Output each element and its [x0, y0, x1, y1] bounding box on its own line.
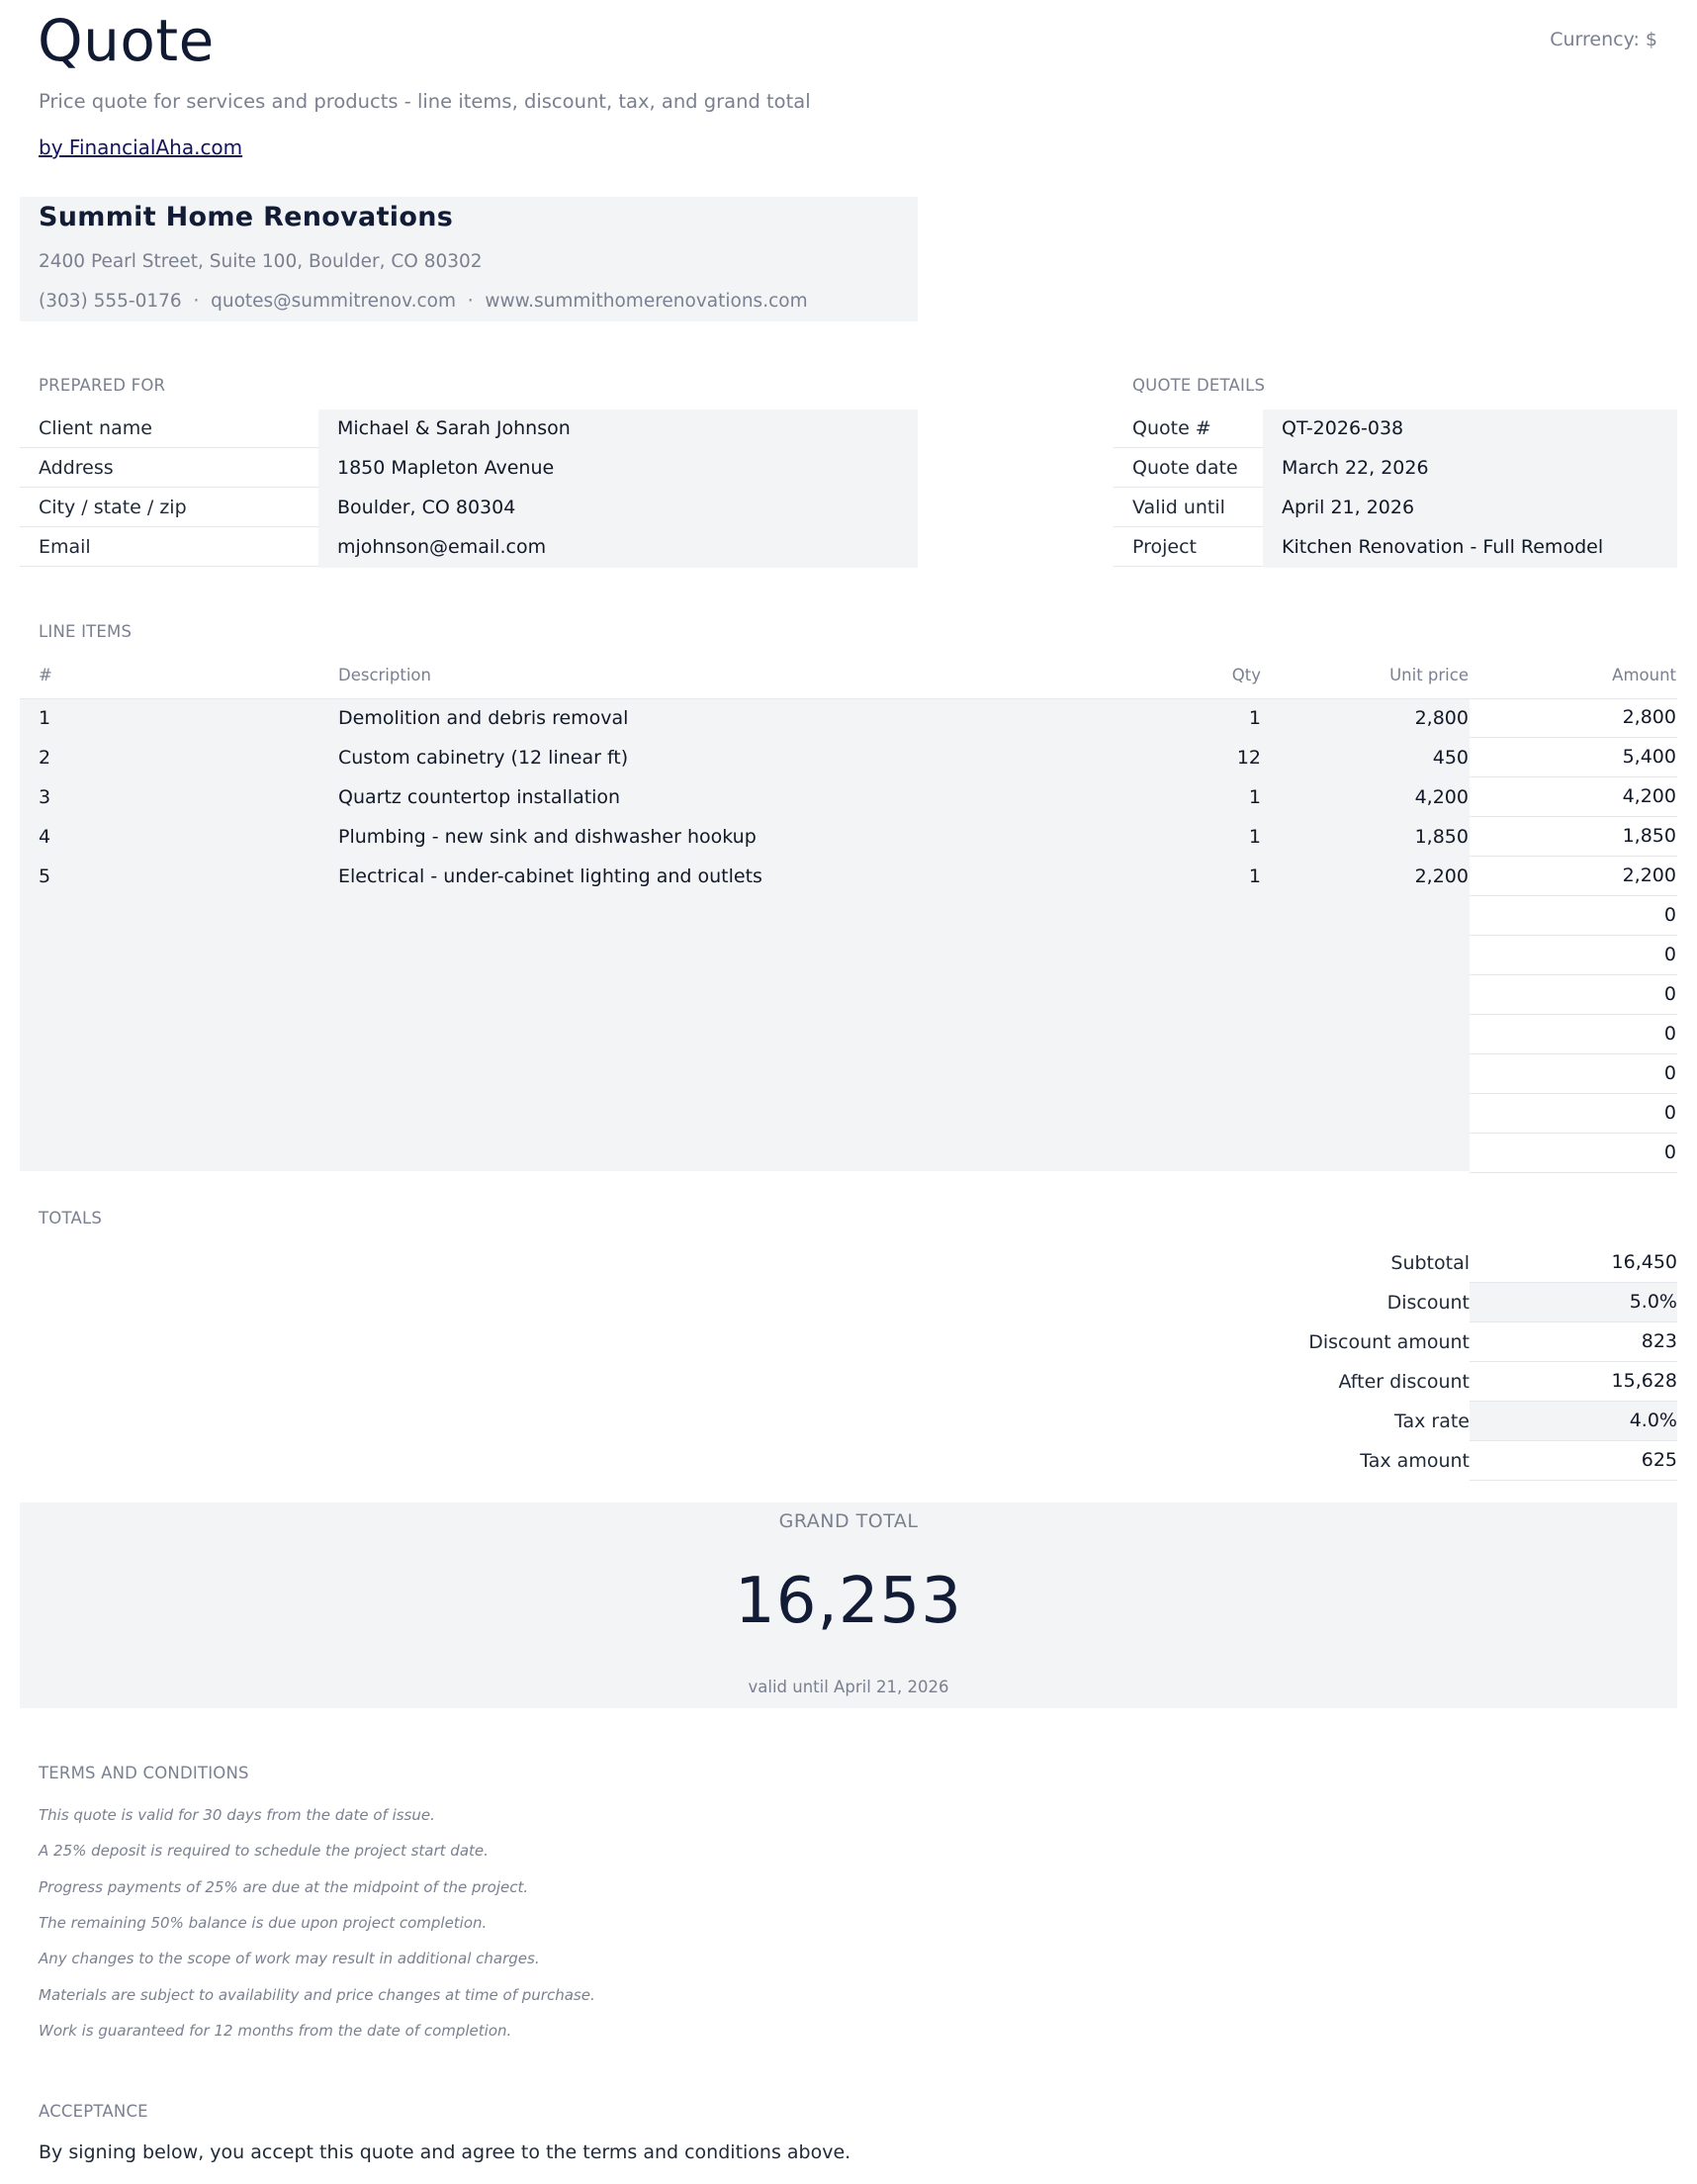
- prepared-for-label: Address: [20, 449, 318, 488]
- line-item-unit-price[interactable]: 4,200: [1415, 777, 1469, 817]
- totals-heading: TOTALS: [39, 1209, 103, 1228]
- line-item-qty[interactable]: 1: [1249, 777, 1261, 817]
- terms-line: This quote is valid for 30 days from the…: [39, 1806, 435, 1824]
- column-header-qty: Qty: [1231, 666, 1261, 684]
- quote-details-heading: QUOTE DETAILS: [1132, 376, 1266, 395]
- quote-detail-value-field[interactable]: April 21, 2026: [1263, 489, 1677, 528]
- totals-value: 625: [1470, 1441, 1677, 1481]
- quote-detail-value-field[interactable]: Kitchen Renovation - Full Remodel: [1263, 528, 1677, 568]
- totals-value: 823: [1470, 1322, 1677, 1362]
- line-item-amount: 0: [1470, 975, 1677, 1015]
- grand-total-valid-until: valid until April 21, 2026: [748, 1678, 949, 1696]
- line-item-amount: 1,850: [1470, 817, 1677, 857]
- line-item-unit-price[interactable]: 1,850: [1415, 817, 1469, 857]
- prepared-for-label: City / state / zip: [20, 489, 318, 527]
- terms-line: A 25% deposit is required to schedule th…: [39, 1842, 489, 1861]
- totals-label: Tax rate: [1394, 1410, 1470, 1432]
- line-item-qty[interactable]: 1: [1249, 857, 1261, 896]
- company-contact[interactable]: (303) 555-0176 · quotes@summitrenov.com …: [39, 291, 808, 312]
- line-item-num[interactable]: 2: [39, 738, 50, 777]
- quote-detail-label: Project: [1114, 528, 1263, 567]
- line-item-num[interactable]: 1: [39, 698, 50, 738]
- byline-link[interactable]: by FinancialAha.com: [39, 136, 242, 159]
- line-item-description[interactable]: Custom cabinetry (12 linear ft): [338, 738, 628, 777]
- prepared-for-value-field[interactable]: 1850 Mapleton Avenue: [318, 449, 918, 489]
- line-items-heading: LINE ITEMS: [39, 622, 133, 641]
- terms-line: Progress payments of 25% are due at the …: [39, 1877, 529, 1896]
- line-item-description[interactable]: Plumbing - new sink and dishwasher hooku…: [338, 817, 757, 857]
- prepared-for-label: Email: [20, 528, 318, 567]
- line-item-unit-price[interactable]: 2,200: [1415, 857, 1469, 896]
- totals-label: After discount: [1338, 1371, 1470, 1393]
- column-header-amount: Amount: [1612, 666, 1676, 684]
- quote-detail-value-field[interactable]: QT-2026-038: [1263, 410, 1677, 449]
- line-item-qty[interactable]: 12: [1237, 738, 1261, 777]
- line-item-num[interactable]: 4: [39, 817, 50, 857]
- page-title: Quote: [38, 7, 215, 74]
- column-header-description: Description: [338, 666, 431, 684]
- terms-line: The remaining 50% balance is due upon pr…: [39, 1913, 488, 1932]
- prepared-for-heading: PREPARED FOR: [39, 376, 166, 395]
- line-item-description[interactable]: Quartz countertop installation: [338, 777, 620, 817]
- totals-label: Discount: [1386, 1292, 1470, 1314]
- line-item-amount: 0: [1470, 896, 1677, 936]
- quote-detail-value-field[interactable]: March 22, 2026: [1263, 449, 1677, 489]
- grand-total-label: GRAND TOTAL: [778, 1510, 919, 1532]
- line-item-qty[interactable]: 1: [1249, 817, 1261, 857]
- prepared-for-value-field[interactable]: Michael & Sarah Johnson: [318, 410, 918, 449]
- totals-label: Tax amount: [1360, 1450, 1470, 1472]
- quote-detail-label: Quote date: [1114, 449, 1263, 488]
- line-item-description[interactable]: Demolition and debris removal: [338, 698, 628, 738]
- column-header-num: #: [39, 666, 52, 684]
- terms-line: Work is guaranteed for 12 months from th…: [39, 2021, 512, 2040]
- line-item-amount: 0: [1470, 936, 1677, 975]
- company-address[interactable]: 2400 Pearl Street, Suite 100, Boulder, C…: [39, 251, 483, 272]
- page-subtitle: Price quote for services and products - …: [39, 90, 811, 113]
- line-item-amount: 0: [1470, 1015, 1677, 1054]
- quote-detail-label: Valid until: [1114, 489, 1263, 527]
- line-item-amount: 0: [1470, 1094, 1677, 1134]
- totals-input-value[interactable]: 5.0%: [1470, 1283, 1677, 1322]
- line-item-unit-price[interactable]: 450: [1433, 738, 1469, 777]
- line-item-amount: 0: [1470, 1134, 1677, 1173]
- column-header-unit-price: Unit price: [1389, 666, 1469, 684]
- prepared-for-value-field[interactable]: mjohnson@email.com: [318, 528, 918, 568]
- terms-line: Materials are subject to availability an…: [39, 1985, 595, 2004]
- company-name[interactable]: Summit Home Renovations: [39, 202, 453, 232]
- currency-label: Currency: $: [1550, 29, 1657, 50]
- totals-label: Subtotal: [1390, 1252, 1470, 1274]
- line-item-description[interactable]: Electrical - under-cabinet lighting and …: [338, 857, 762, 896]
- quote-document: Quote Currency: $ Price quote for servic…: [0, 0, 1697, 2184]
- acceptance-text: By signing below, you accept this quote …: [39, 2141, 851, 2163]
- line-item-unit-price[interactable]: 2,800: [1415, 698, 1469, 738]
- terms-heading: TERMS AND CONDITIONS: [39, 1764, 249, 1782]
- line-item-amount: 0: [1470, 1054, 1677, 1094]
- prepared-for-value-field[interactable]: Boulder, CO 80304: [318, 489, 918, 528]
- line-item-num[interactable]: 3: [39, 777, 50, 817]
- prepared-for-label: Client name: [20, 410, 318, 448]
- totals-value: 15,628: [1470, 1362, 1677, 1402]
- quote-detail-label: Quote #: [1114, 410, 1263, 448]
- line-item-amount: 4,200: [1470, 777, 1677, 817]
- acceptance-heading: ACCEPTANCE: [39, 2102, 148, 2121]
- totals-label: Discount amount: [1308, 1331, 1470, 1353]
- grand-total-value: 16,253: [735, 1565, 962, 1638]
- totals-input-value[interactable]: 4.0%: [1470, 1402, 1677, 1441]
- line-item-amount: 5,400: [1470, 738, 1677, 777]
- line-item-qty[interactable]: 1: [1249, 698, 1261, 738]
- line-item-amount: 2,200: [1470, 857, 1677, 896]
- line-item-amount: 2,800: [1470, 698, 1677, 738]
- line-item-num[interactable]: 5: [39, 857, 50, 896]
- terms-line: Any changes to the scope of work may res…: [39, 1950, 540, 1968]
- totals-value: 16,450: [1470, 1243, 1677, 1283]
